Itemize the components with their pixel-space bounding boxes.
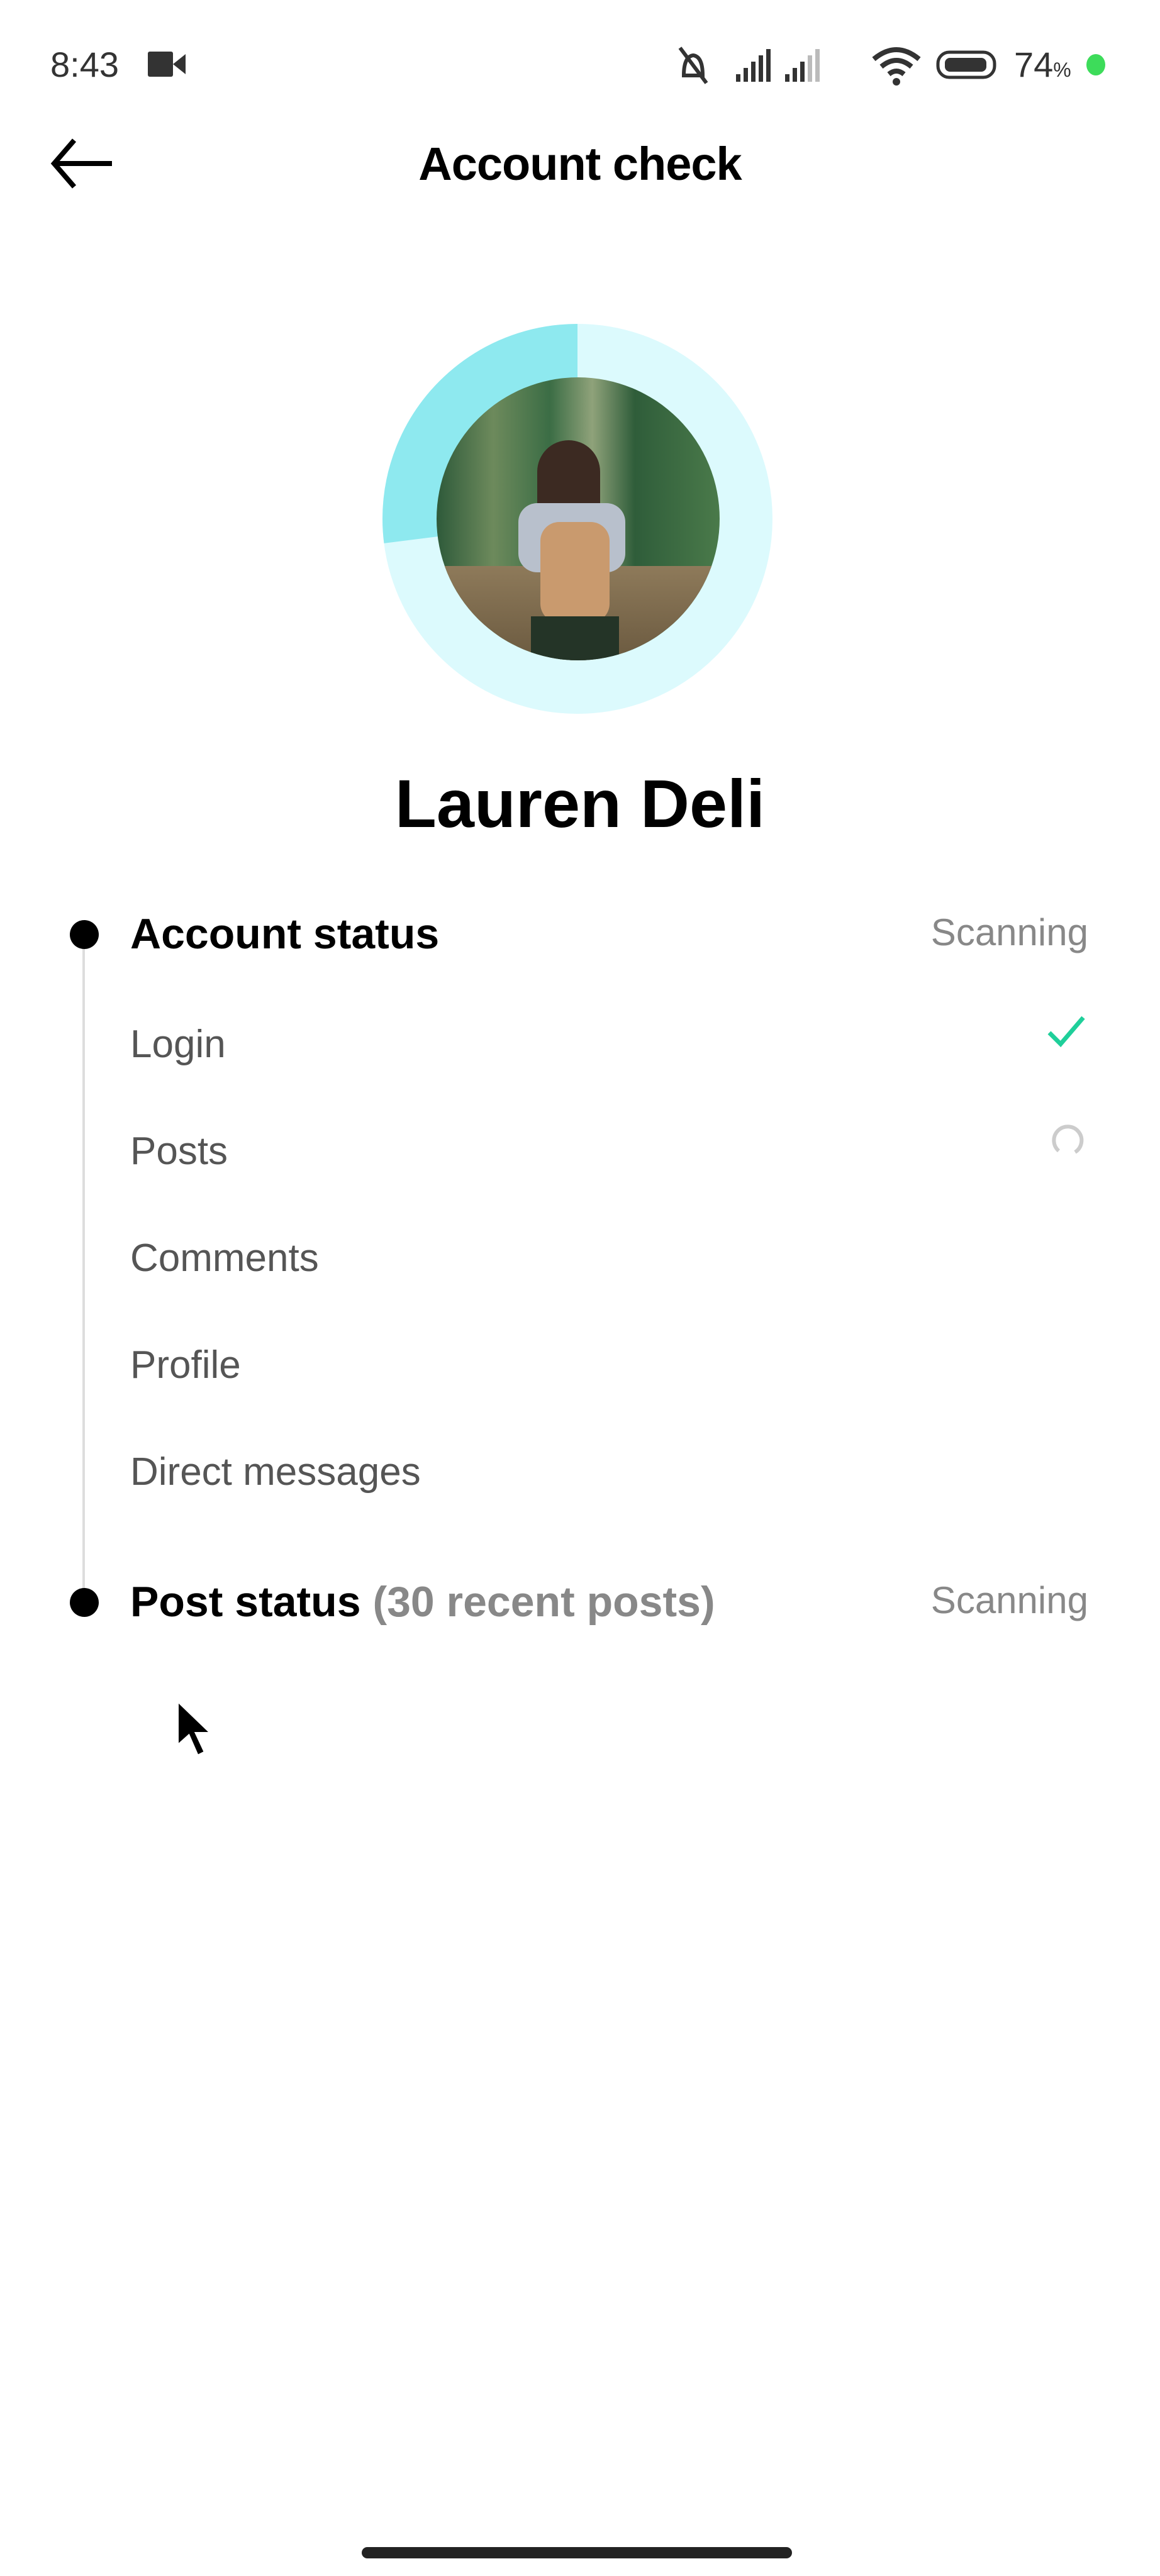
mute-icon <box>678 47 708 84</box>
loading-spinner-icon <box>1052 1124 1084 1154</box>
check-item-profile: Profile <box>130 1343 241 1387</box>
avatar <box>437 377 720 660</box>
battery-percent: 74% <box>1014 44 1071 88</box>
post-status-title: Post status <box>130 1578 361 1626</box>
checkmark-icon <box>1047 1016 1085 1048</box>
timeline-line <box>82 940 85 1607</box>
video-camera-icon <box>148 52 186 77</box>
section-title-post-status: Post status (30 recent posts) <box>130 1577 715 1626</box>
page-title: Account check <box>418 138 742 190</box>
check-item-comments: Comments <box>130 1236 319 1280</box>
account-status-state: Scanning <box>930 911 1088 953</box>
timeline-dot <box>70 1588 99 1617</box>
check-item-direct-messages: Direct messages <box>130 1450 421 1494</box>
mouse-cursor-icon <box>176 1698 215 1758</box>
timeline-dot <box>70 920 99 949</box>
check-item-posts: Posts <box>130 1130 228 1173</box>
battery-unit: % <box>1053 58 1071 81</box>
status-time: 8:43 <box>50 45 119 84</box>
post-status-state: Scanning <box>930 1579 1088 1621</box>
battery-icon <box>936 50 996 79</box>
battery-value: 74 <box>1014 45 1054 84</box>
profile-name: Lauren Deli <box>394 765 766 841</box>
check-item-login: Login <box>130 1023 226 1066</box>
signal-icon <box>736 49 771 82</box>
post-status-count: (30 recent posts) <box>372 1578 715 1626</box>
wifi-icon <box>872 47 921 86</box>
signal-icon <box>785 49 820 82</box>
section-title-account-status: Account status <box>130 910 440 958</box>
home-indicator[interactable] <box>362 2547 792 2558</box>
privacy-dot <box>1086 54 1105 75</box>
